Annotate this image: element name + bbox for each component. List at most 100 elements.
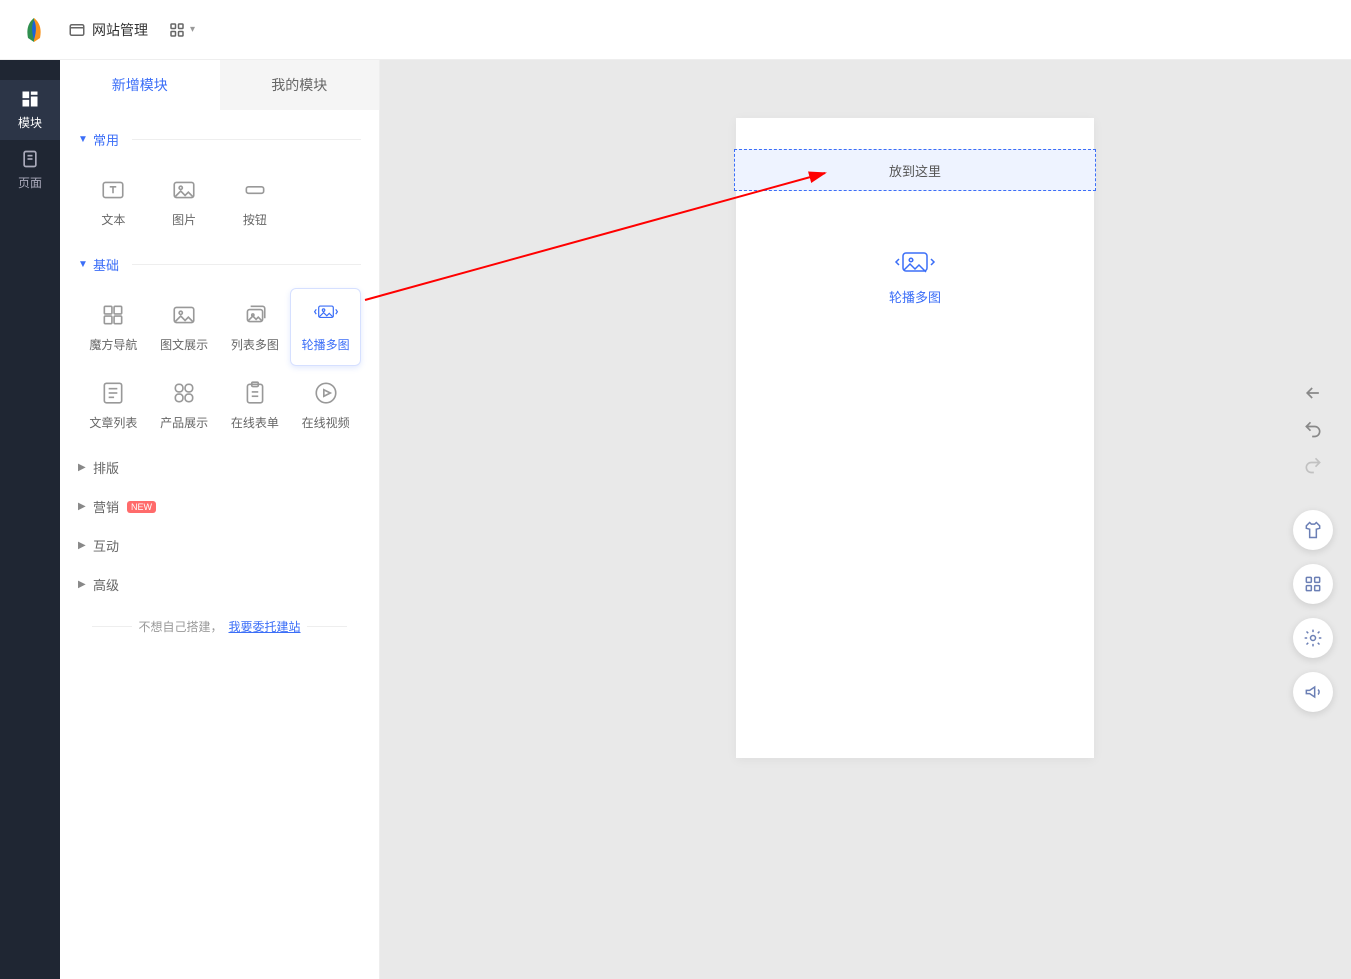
section-marketing: ▶ 营销 NEW xyxy=(78,491,361,522)
common-grid: 文本 图片 按钮 xyxy=(78,163,361,241)
panel-footer: 不想自己搭建， 我要委托建站 xyxy=(78,618,361,635)
chevron-right-icon: ▶ xyxy=(78,462,88,473)
section-basic: ▼ 基础 魔方导航 图文展示 列表多图 轮播 xyxy=(78,249,361,444)
section-basic-label: 基础 xyxy=(93,255,119,274)
section-layout-label: 排版 xyxy=(93,458,119,477)
rail-modules-label: 模块 xyxy=(18,114,42,131)
module-carousel-label: 轮播多图 xyxy=(302,336,350,353)
module-online-video[interactable]: 在线视频 xyxy=(290,366,361,444)
tab-my-modules-label: 我的模块 xyxy=(271,75,327,95)
section-advanced-header[interactable]: ▶ 高级 xyxy=(78,569,361,600)
article-list-icon xyxy=(100,380,126,406)
panel-body: ▼ 常用 文本 图片 按钮 xyxy=(60,110,379,979)
site-management-label: 网站管理 xyxy=(92,20,148,40)
left-rail: 模块 页面 xyxy=(0,60,60,979)
divider xyxy=(132,139,361,140)
right-tool-rail xyxy=(1293,382,1333,712)
section-common: ▼ 常用 文本 图片 按钮 xyxy=(78,124,361,241)
module-carousel[interactable]: 轮播多图 xyxy=(290,288,361,366)
chevron-down-icon: ▼ xyxy=(78,259,88,270)
section-layout-header[interactable]: ▶ 排版 xyxy=(78,452,361,483)
rail-pages-label: 页面 xyxy=(18,174,42,191)
theme-button[interactable] xyxy=(1293,510,1333,550)
section-marketing-header[interactable]: ▶ 营销 NEW xyxy=(78,491,361,522)
section-marketing-label: 营销 xyxy=(93,497,119,516)
list-multi-icon xyxy=(242,302,268,328)
panel-tabs: 新增模块 我的模块 xyxy=(60,60,379,110)
cube-nav-icon xyxy=(100,302,126,328)
components-button[interactable] xyxy=(1293,564,1333,604)
section-advanced: ▶ 高级 xyxy=(78,569,361,600)
site-management-nav[interactable]: 网站管理 xyxy=(68,20,148,40)
module-panel: 新增模块 我的模块 ▼ 常用 文本 图片 按钮 xyxy=(60,60,380,979)
video-icon xyxy=(313,380,339,406)
image-text-icon xyxy=(171,302,197,328)
module-cube-nav[interactable]: 魔方导航 xyxy=(78,288,149,366)
apps-nav[interactable]: ▾ xyxy=(168,21,195,39)
pages-icon xyxy=(20,149,40,169)
carousel-placeholder-label: 轮播多图 xyxy=(889,287,941,306)
preview-body: 轮播多图 xyxy=(736,191,1094,758)
section-interactive-header[interactable]: ▶ 互动 xyxy=(78,530,361,561)
announce-button[interactable] xyxy=(1293,672,1333,712)
module-article-list-label: 文章列表 xyxy=(89,414,137,431)
module-article-list[interactable]: 文章列表 xyxy=(78,366,149,444)
mobile-preview: 放到这里 轮播多图 xyxy=(736,118,1094,758)
module-image-text-label: 图文展示 xyxy=(160,336,208,353)
module-button-label: 按钮 xyxy=(243,211,267,228)
module-image[interactable]: 图片 xyxy=(149,163,220,241)
text-icon xyxy=(100,177,126,203)
back-button[interactable] xyxy=(1302,382,1324,404)
module-text[interactable]: 文本 xyxy=(78,163,149,241)
divider xyxy=(132,264,361,265)
modules-icon xyxy=(20,89,40,109)
module-cube-nav-label: 魔方导航 xyxy=(89,336,137,353)
top-bar: 网站管理 ▾ xyxy=(0,0,1351,60)
tab-my-modules[interactable]: 我的模块 xyxy=(220,60,380,110)
tab-add-module-label: 新增模块 xyxy=(112,75,168,95)
delegate-link[interactable]: 我要委托建站 xyxy=(229,618,301,635)
module-image-label: 图片 xyxy=(172,211,196,228)
rail-pages[interactable]: 页面 xyxy=(0,140,60,200)
divider xyxy=(92,626,132,627)
section-common-header[interactable]: ▼ 常用 xyxy=(78,124,361,155)
module-online-form[interactable]: 在线表单 xyxy=(220,366,291,444)
basic-grid: 魔方导航 图文展示 列表多图 轮播多图 文章列表 xyxy=(78,288,361,444)
chevron-right-icon: ▶ xyxy=(78,579,88,590)
button-icon xyxy=(242,177,268,203)
chevron-right-icon: ▶ xyxy=(78,540,88,551)
form-icon xyxy=(242,380,268,406)
module-button[interactable]: 按钮 xyxy=(220,163,291,241)
module-product-show[interactable]: 产品展示 xyxy=(149,366,220,444)
section-interactive-label: 互动 xyxy=(93,536,119,555)
drop-zone[interactable]: 放到这里 xyxy=(734,149,1096,191)
section-layout: ▶ 排版 xyxy=(78,452,361,483)
apps-grid-icon xyxy=(168,21,186,39)
module-product-show-label: 产品展示 xyxy=(160,414,208,431)
carousel-placeholder[interactable]: 轮播多图 xyxy=(889,249,941,306)
new-badge: NEW xyxy=(127,501,156,513)
rail-modules[interactable]: 模块 xyxy=(0,80,60,140)
undo-button[interactable] xyxy=(1302,418,1324,440)
footer-prefix: 不想自己搭建， xyxy=(138,618,222,635)
module-image-text[interactable]: 图文展示 xyxy=(149,288,220,366)
tab-add-module[interactable]: 新增模块 xyxy=(60,60,220,110)
browser-icon xyxy=(68,21,86,39)
drop-zone-label: 放到这里 xyxy=(889,161,941,180)
section-common-label: 常用 xyxy=(93,130,119,149)
carousel-icon xyxy=(894,249,936,275)
image-icon xyxy=(171,177,197,203)
section-basic-header[interactable]: ▼ 基础 xyxy=(78,249,361,280)
settings-button[interactable] xyxy=(1293,618,1333,658)
module-list-multi[interactable]: 列表多图 xyxy=(220,288,291,366)
divider xyxy=(307,626,347,627)
section-interactive: ▶ 互动 xyxy=(78,530,361,561)
module-online-video-label: 在线视频 xyxy=(302,414,350,431)
module-text-label: 文本 xyxy=(101,211,125,228)
redo-button[interactable] xyxy=(1302,454,1324,476)
module-list-multi-label: 列表多图 xyxy=(231,336,279,353)
editor-canvas: 放到这里 轮播多图 xyxy=(380,60,1351,979)
chevron-right-icon: ▶ xyxy=(78,501,88,512)
app-logo xyxy=(20,16,48,44)
chevron-down-icon: ▼ xyxy=(78,134,88,145)
